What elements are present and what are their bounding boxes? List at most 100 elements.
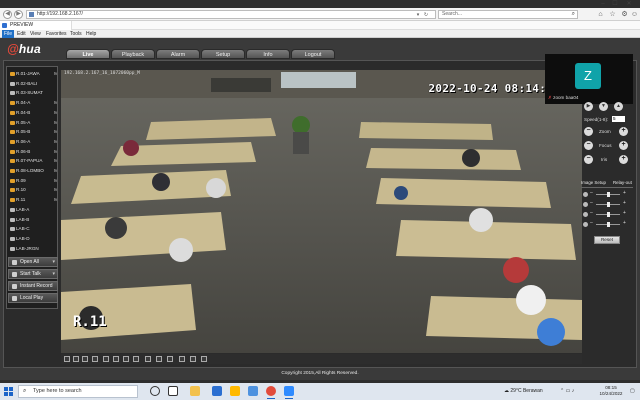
- task-view-icon[interactable]: [168, 386, 178, 396]
- menu-view[interactable]: View: [28, 30, 43, 38]
- ptz-left-icon[interactable]: ▶: [584, 102, 593, 111]
- taskbar-search-input[interactable]: ⌕ Type here to search: [18, 385, 138, 398]
- url-input[interactable]: http://192.168.2.167/ ▾ ↻: [26, 10, 436, 19]
- fullscreen-icon[interactable]: [82, 356, 88, 362]
- zoom-app-icon[interactable]: [284, 386, 294, 399]
- reset-button[interactable]: Reset: [594, 236, 620, 244]
- main-stream-marker[interactable]: M: [54, 148, 57, 156]
- people-icon[interactable]: [248, 386, 258, 396]
- minimize-icon[interactable]: –: [598, 0, 608, 8]
- channel-item[interactable]: R.05-A M: [9, 119, 57, 127]
- ptz-down-icon[interactable]: ▼: [599, 102, 608, 111]
- channel-item[interactable]: R.11 M: [9, 196, 57, 204]
- stream-icon[interactable]: [201, 356, 207, 362]
- main-stream-marker[interactable]: M: [54, 196, 57, 204]
- slider-knob[interactable]: [607, 222, 610, 227]
- chrome-icon[interactable]: [266, 386, 276, 399]
- decrease-icon[interactable]: –: [590, 211, 595, 216]
- layout-9-icon[interactable]: [123, 356, 129, 362]
- channel-item[interactable]: R.04-B M: [9, 109, 57, 117]
- close-icon[interactable]: ✕: [624, 0, 634, 8]
- increase-icon[interactable]: +: [623, 201, 628, 206]
- smiley-icon[interactable]: ☺: [630, 10, 639, 19]
- channel-item[interactable]: LAB-B: [9, 216, 55, 224]
- layout-4-icon[interactable]: [103, 356, 109, 362]
- nav-live[interactable]: Live: [66, 49, 110, 59]
- channel-item[interactable]: LAB-D: [9, 235, 55, 243]
- camera-video-feed[interactable]: 192.168.2.167_16_1072060pp_M 2022-10-24 …: [61, 70, 582, 353]
- brightness-slider[interactable]: – +: [583, 191, 633, 199]
- contrast-slider[interactable]: – +: [583, 201, 633, 209]
- channel-item[interactable]: LAB-A: [9, 206, 55, 214]
- main-stream-marker[interactable]: M: [54, 177, 57, 185]
- search-icon[interactable]: ⌕: [572, 11, 575, 18]
- system-tray-icons[interactable]: ⌃ ▭ ♪: [560, 383, 574, 400]
- increase-icon[interactable]: +: [623, 211, 628, 216]
- channel-item[interactable]: R.09 M: [9, 177, 57, 185]
- windows-start-icon[interactable]: [4, 387, 13, 396]
- nav-logout[interactable]: Logout: [291, 49, 335, 59]
- ptz-up-icon[interactable]: ▲: [614, 102, 623, 111]
- network-icon[interactable]: ▭: [566, 388, 571, 394]
- instant-record-button[interactable]: Instant Record: [8, 281, 58, 291]
- decrease-icon[interactable]: –: [590, 201, 595, 206]
- cortana-icon[interactable]: [150, 386, 160, 396]
- store-icon[interactable]: [230, 386, 240, 396]
- chevron-down-icon[interactable]: ▾: [52, 258, 55, 266]
- layout-36-icon[interactable]: [156, 356, 162, 362]
- back-icon[interactable]: ◀: [3, 10, 12, 19]
- volume-icon[interactable]: ♪: [572, 388, 575, 394]
- channel-item[interactable]: R.03-SUMAT: [9, 89, 55, 97]
- channel-item[interactable]: LAB-C: [9, 225, 55, 233]
- mail-icon[interactable]: [212, 386, 222, 396]
- layout-25-icon[interactable]: [145, 356, 151, 362]
- main-stream-marker[interactable]: M: [54, 99, 57, 107]
- forward-icon[interactable]: ▶: [14, 10, 23, 19]
- nav-playback[interactable]: Playback: [111, 49, 155, 59]
- increase-icon[interactable]: +: [623, 221, 628, 226]
- weather-widget[interactable]: ☁ 29°C Berawan: [504, 383, 543, 400]
- local-play-button[interactable]: Local Play: [8, 293, 58, 303]
- main-stream-marker[interactable]: M: [54, 186, 57, 194]
- iris-out-button[interactable]: −: [584, 155, 593, 164]
- open-all-button[interactable]: Open All ▾: [8, 257, 58, 267]
- slider-knob[interactable]: [607, 212, 610, 217]
- menu-favorites[interactable]: Favorites: [44, 30, 69, 38]
- zoom-in-button[interactable]: +: [619, 127, 628, 136]
- layout-16-icon[interactable]: [133, 356, 139, 362]
- channel-item[interactable]: R.10 M: [9, 186, 57, 194]
- layout-1-icon[interactable]: [92, 356, 98, 362]
- nav-setup[interactable]: Setup: [201, 49, 245, 59]
- nav-alarm[interactable]: Alarm: [156, 49, 200, 59]
- menu-edit[interactable]: Edit: [15, 30, 28, 38]
- settings-gear-icon[interactable]: ⚙: [620, 10, 629, 19]
- decrease-icon[interactable]: –: [590, 191, 595, 196]
- channel-item[interactable]: R.01-JAWA M: [9, 70, 57, 78]
- main-stream-marker[interactable]: M: [54, 119, 57, 127]
- original-size-icon[interactable]: [64, 356, 70, 362]
- search-dropdown-icon[interactable]: ▾: [415, 12, 421, 18]
- start-talk-button[interactable]: Start Talk ▾: [8, 269, 58, 279]
- main-stream-marker[interactable]: M: [54, 138, 57, 146]
- hue-slider[interactable]: – +: [583, 221, 633, 229]
- main-stream-marker[interactable]: M: [54, 70, 57, 78]
- image-setup-label[interactable]: Image Setup: [581, 180, 606, 185]
- menu-file[interactable]: File: [2, 30, 15, 38]
- saturation-slider[interactable]: – +: [583, 211, 633, 219]
- channel-item[interactable]: R.07-PAPUA M: [9, 157, 57, 165]
- zoom-in-icon[interactable]: [73, 356, 79, 362]
- file-explorer-icon[interactable]: [190, 386, 200, 396]
- record-toggle-icon[interactable]: [179, 356, 185, 362]
- main-stream-marker[interactable]: M: [54, 157, 57, 165]
- main-stream-marker[interactable]: M: [54, 128, 57, 136]
- decrease-icon[interactable]: –: [590, 221, 595, 226]
- menu-tools[interactable]: Tools: [68, 30, 84, 38]
- iris-in-button[interactable]: +: [619, 155, 628, 164]
- main-stream-marker[interactable]: M: [54, 109, 57, 117]
- favorites-star-icon[interactable]: ☆: [608, 10, 617, 19]
- channel-item[interactable]: R.02-BALI: [9, 80, 55, 88]
- refresh-icon[interactable]: ↻: [423, 12, 429, 18]
- browser-search-input[interactable]: Search... ⌕: [438, 10, 578, 19]
- layout-8-icon[interactable]: [113, 356, 119, 362]
- chevron-down-icon[interactable]: ▾: [52, 270, 55, 278]
